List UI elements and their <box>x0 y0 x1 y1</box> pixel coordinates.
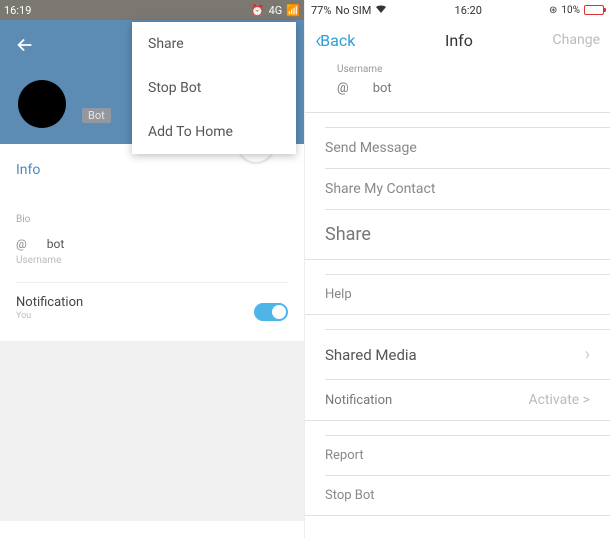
wifi-icon <box>375 4 387 17</box>
share-row[interactable]: Share <box>305 210 610 259</box>
notification-row[interactable]: Notification You <box>0 283 304 341</box>
back-button[interactable]: ‹ Back <box>315 26 355 54</box>
stop-bot-row[interactable]: Stop Bot <box>305 476 610 515</box>
change-button[interactable]: Change <box>553 32 600 48</box>
help-row[interactable]: Help <box>305 275 610 314</box>
notification-toggle[interactable] <box>254 303 288 321</box>
username-label: Username <box>0 253 304 282</box>
status-time: 16:19 <box>4 4 31 17</box>
notification-sub: You <box>16 311 254 321</box>
bio-label: Bio <box>0 184 304 231</box>
shared-media-row[interactable]: Shared Media › <box>305 330 610 379</box>
notification-title: Notification <box>16 295 254 310</box>
username-section: Username @ bot <box>305 60 610 112</box>
back-label: Back <box>320 31 355 50</box>
ios-screen: 77% No SIM 16:20 ⊛ 10% ‹ Back Info Chang… <box>305 0 610 538</box>
options-dropdown: Share Stop Bot Add To Home <box>132 22 296 154</box>
menu-add-to-home[interactable]: Add To Home <box>132 110 296 154</box>
notification-row[interactable]: Notification Activate > <box>305 380 610 420</box>
nav-bar: ‹ Back Info Change <box>305 20 610 60</box>
chevron-right-icon: › <box>585 344 590 365</box>
android-screen: 16:19 ⏰ 4G 📶 Bot Share Stop Bot Add To H… <box>0 0 305 538</box>
status-bar: 77% No SIM 16:20 ⊛ 10% <box>305 0 610 20</box>
share-contact-row[interactable]: Share My Contact <box>305 169 610 209</box>
network-type: 4G <box>269 4 283 17</box>
menu-stop-bot[interactable]: Stop Bot <box>132 66 296 110</box>
report-row[interactable]: Report <box>305 436 610 475</box>
username-value: bot <box>373 81 392 96</box>
battery-icon <box>584 5 604 15</box>
bot-badge: Bot <box>82 108 111 123</box>
back-arrow-icon[interactable] <box>14 34 36 62</box>
username-label: Username <box>325 64 590 75</box>
status-time: 16:20 <box>387 4 549 17</box>
notification-label: Notification <box>325 393 392 408</box>
send-message-row[interactable]: Send Message <box>305 128 610 168</box>
battery-pct-right: 10% <box>561 5 580 16</box>
signal-icon: 📶 <box>286 4 300 17</box>
battery-pct-left: 77% <box>311 4 331 17</box>
nav-title: Info <box>365 31 552 50</box>
menu-share[interactable]: Share <box>132 22 296 66</box>
empty-area <box>0 341 304 521</box>
bot-username-line: @ bot <box>0 231 304 253</box>
alarm-icon: ⏰ <box>251 4 265 17</box>
divider <box>305 515 610 516</box>
status-bar: 16:19 ⏰ 4G 📶 <box>0 0 304 20</box>
at-icon: @ <box>337 81 349 96</box>
sync-icon: ⊛ <box>549 5 557 16</box>
avatar[interactable] <box>18 80 66 128</box>
carrier-label: No SIM <box>335 4 371 17</box>
bot-username-text: bot <box>47 237 65 251</box>
shared-media-label: Shared Media <box>325 346 417 364</box>
activate-label: Activate > <box>528 392 590 408</box>
at-icon: @ <box>16 237 27 251</box>
